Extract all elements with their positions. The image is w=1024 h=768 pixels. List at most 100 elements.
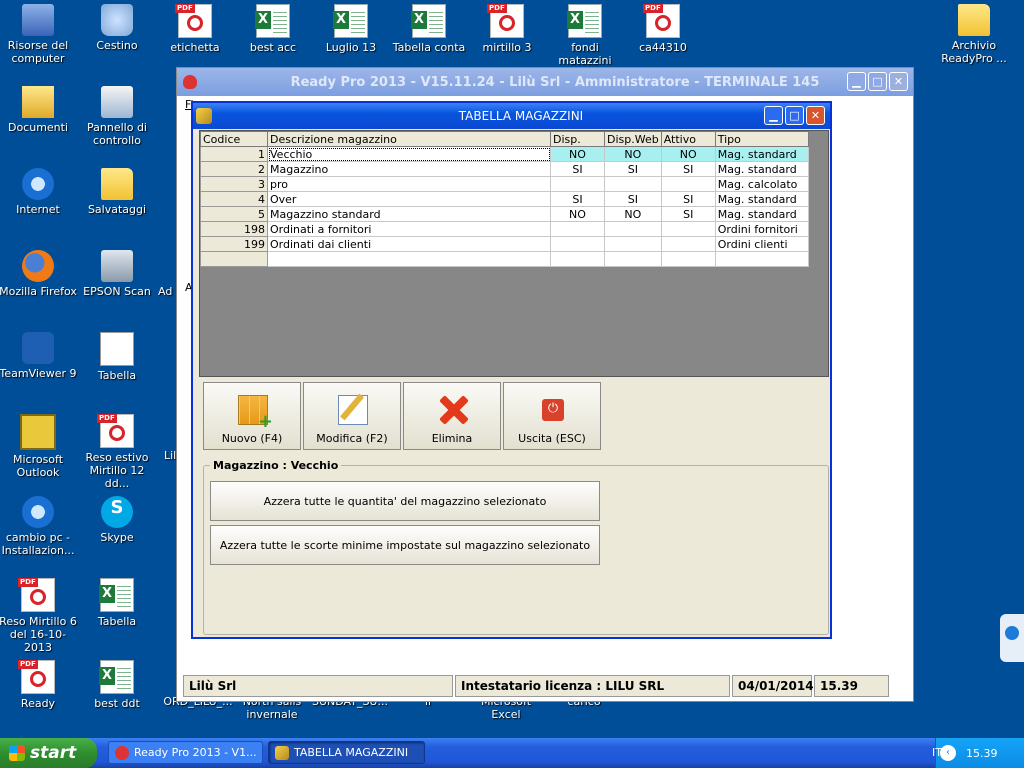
table-row[interactable]: 4 Over SI SI SI Mag. standard [200, 191, 809, 207]
new-button[interactable]: Nuovo (F4) [203, 382, 301, 450]
desktop-icon-cestino[interactable]: Cestino [77, 4, 157, 52]
cell-disp [550, 176, 605, 192]
desktop-icon-reso-mirtillo-6[interactable]: Reso Mirtillo 6 del 16-10-2013 [0, 578, 78, 654]
cell-descrizione[interactable]: Ordinati a fornitori [267, 221, 551, 237]
desktop-icon-fondi-matazzini[interactable]: fondi matazzini [545, 4, 625, 67]
main-minimize-button[interactable]: ▁ [847, 72, 866, 91]
system-tray: ‹ 15.39 [935, 738, 1024, 768]
cell-tipo: Ordini clienti [714, 236, 809, 252]
cell-descrizione[interactable]: Vecchio [267, 146, 551, 162]
start-button[interactable]: start [0, 738, 97, 768]
edit-button-label: Modifica (F2) [316, 432, 388, 445]
main-maximize-button[interactable]: □ [868, 72, 887, 91]
column-header-attivo[interactable]: Attivo [660, 131, 716, 147]
cell-descrizione[interactable]: Over [267, 191, 551, 207]
column-header-tipo[interactable]: Tipo [714, 131, 809, 147]
cell-codice: 4 [200, 191, 268, 207]
desktop-icon-firefox[interactable]: Mozilla Firefox [0, 250, 78, 298]
desktop-icon-internet[interactable]: Internet [0, 168, 78, 216]
warehouse-grid[interactable]: Codice Descrizione magazzino Disp. Disp.… [199, 130, 829, 377]
cell-disp-web [604, 221, 662, 237]
cell-tipo: Mag. standard [714, 146, 809, 162]
desktop-icon-epson-scan[interactable]: EPSON Scan [77, 250, 157, 298]
chevron-left-icon[interactable]: ‹ [940, 745, 956, 761]
cell-codice: 5 [200, 206, 268, 222]
tray-clock[interactable]: 15.39 [966, 747, 998, 760]
excel-icon [411, 4, 446, 38]
taskbar-item-tabella-magazzini[interactable]: TABELLA MAGAZZINI [268, 741, 425, 764]
ready-pro-icon [183, 75, 197, 89]
exit-button[interactable]: Uscita (ESC) [503, 382, 601, 450]
desktop-icon-etichetta[interactable]: etichetta [155, 4, 235, 54]
cell-tipo: Ordini fornitori [714, 221, 809, 237]
cell-descrizione[interactable]: pro [267, 176, 551, 192]
cell-descrizione[interactable]: Magazzino standard [267, 206, 551, 222]
desktop-icon-partial-ad[interactable]: Ad [158, 285, 178, 298]
teamviewer-side-tab[interactable] [1000, 614, 1024, 662]
cell-descrizione[interactable]: Ordinati dai clienti [267, 236, 551, 252]
excel-icon [99, 660, 134, 694]
skype-icon [101, 496, 133, 528]
edit-document-icon [338, 395, 368, 425]
desktop-icon-pannello-controllo[interactable]: Pannello di controllo [77, 86, 157, 147]
reset-min-stock-button[interactable]: Azzera tutte le scorte minime impostate … [210, 525, 600, 565]
desktop-icon-mirtillo-3[interactable]: mirtillo 3 [467, 4, 547, 54]
desktop-icon-best-ddt[interactable]: best ddt [77, 660, 157, 710]
desktop-icon-tabella-xls[interactable]: Tabella [77, 578, 157, 628]
edit-button[interactable]: Modifica (F2) [303, 382, 401, 450]
desktop-icon-outlook[interactable]: Microsoft Outlook [0, 414, 78, 479]
cell-disp: SI [550, 161, 605, 177]
reset-quantities-button[interactable]: Azzera tutte le quantita' del magazzino … [210, 481, 600, 521]
desktop-icon-ready[interactable]: Ready [0, 660, 78, 710]
desktop-icon-skype[interactable]: Skype [77, 496, 157, 544]
desktop-icon-tabella-txt[interactable]: Tabella [77, 332, 157, 382]
new-button-label: Nuovo (F4) [221, 432, 283, 445]
status-company: Lilù Srl [183, 675, 453, 697]
desktop-icon-reso-estivo[interactable]: Reso estivo Mirtillo 12 dd... [77, 414, 157, 490]
desktop-icon-ca44310[interactable]: ca44310 [623, 4, 703, 54]
table-row[interactable]: 1 Vecchio NO NO NO Mag. standard [200, 146, 809, 162]
cell-attivo: SI [660, 191, 716, 207]
child-close-button[interactable]: ✕ [806, 106, 825, 125]
desktop-icon-best-acc[interactable]: best acc [233, 4, 313, 54]
table-row[interactable]: 5 Magazzino standard NO NO SI Mag. stand… [200, 206, 809, 222]
child-window-titlebar[interactable]: TABELLA MAGAZZINI ▁ □ ✕ [193, 103, 830, 129]
cell-descrizione[interactable] [267, 251, 551, 267]
main-close-button[interactable]: ✕ [889, 72, 908, 91]
table-row[interactable]: 2 Magazzino SI SI SI Mag. standard [200, 161, 809, 177]
table-row[interactable]: 3 pro Mag. calcolato [200, 176, 809, 192]
desktop-icon-cambio-pc[interactable]: cambio pc - Installazion... [0, 496, 78, 557]
desktop-icon-documenti[interactable]: Documenti [0, 86, 78, 134]
table-row-new[interactable] [200, 251, 809, 267]
desktop-icon-salvataggi[interactable]: Salvataggi [77, 168, 157, 216]
column-header-disp[interactable]: Disp. [550, 131, 605, 147]
excel-icon [255, 4, 290, 38]
desktop-icon-risorse-computer[interactable]: Risorse del computer [0, 4, 78, 65]
table-row[interactable]: 198 Ordinati a fornitori Ordini fornitor… [200, 221, 809, 237]
cell-descrizione[interactable]: Magazzino [267, 161, 551, 177]
taskbar-item-ready-pro[interactable]: Ready Pro 2013 - V1... [108, 741, 263, 764]
cell-disp-web [604, 251, 662, 267]
desktop-icon-tabella-conta[interactable]: Tabella conta [389, 4, 469, 54]
desktop-icon-teamviewer[interactable]: TeamViewer 9 [0, 332, 78, 380]
excel-icon [99, 578, 134, 612]
action-toolbar: Nuovo (F4) Modifica (F2) Elimina Uscita … [203, 382, 601, 450]
column-header-disp-web[interactable]: Disp.Web [604, 131, 662, 147]
column-header-codice[interactable]: Codice [200, 131, 268, 147]
table-row[interactable]: 199 Ordinati dai clienti Ordini clienti [200, 236, 809, 252]
language-indicator[interactable]: IT [932, 746, 942, 759]
desktop-icon-archivio-readypro[interactable]: Archivio ReadyPro ... [934, 4, 1014, 65]
scanner-icon [101, 250, 133, 282]
pdf-icon [643, 4, 680, 38]
warehouse-icon [196, 108, 212, 124]
cell-codice: 3 [200, 176, 268, 192]
excel-icon [567, 4, 602, 38]
child-minimize-button[interactable]: ▁ [764, 106, 783, 125]
desktop-icon-luglio-13[interactable]: Luglio 13 [311, 4, 391, 54]
delete-button[interactable]: Elimina [403, 382, 501, 450]
column-header-descrizione[interactable]: Descrizione magazzino [267, 131, 551, 147]
main-window-titlebar[interactable]: Ready Pro 2013 - V15.11.24 - Lilù Srl - … [177, 68, 913, 96]
taskbar: start Ready Pro 2013 - V1... TABELLA MAG… [0, 738, 1024, 768]
cell-disp: SI [550, 191, 605, 207]
child-maximize-button[interactable]: □ [785, 106, 804, 125]
